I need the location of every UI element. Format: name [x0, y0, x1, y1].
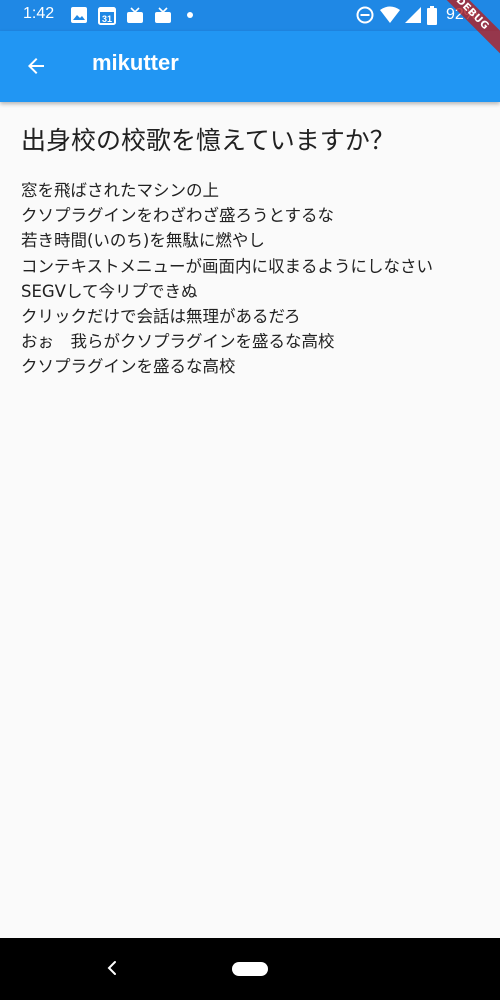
nav-home-pill[interactable] — [232, 962, 268, 976]
screen: 1:42 31 DEBUG mikutter 出身校の校歌を憶えていますか？ 窓… — [0, 0, 500, 1000]
status-time: 1:42 — [23, 5, 55, 22]
calendar-day: 31 — [102, 14, 112, 24]
calendar-icon: 31 — [98, 7, 116, 25]
nav-back-icon — [107, 961, 116, 975]
lyric-line: コンテキストメニューが画面内に収まるようにしなさい — [21, 256, 434, 276]
lyric-line: クソプラグインをわざわざ盛ろうとするな — [21, 206, 335, 226]
do-not-disturb-icon — [356, 6, 374, 24]
lyrics-text: 窓を飛ばされたマシンの上 クソプラグインをわざわざ盛ろうとするな 若き時間(いの… — [21, 178, 479, 380]
lyric-line: SEGVして今リプできぬ — [21, 281, 198, 301]
back-button[interactable] — [12, 42, 60, 90]
app-title: mikutter — [92, 50, 179, 75]
dot-icon — [187, 12, 193, 18]
tv-icon — [127, 7, 143, 23]
wifi-icon — [380, 6, 400, 23]
battery-icon — [427, 6, 437, 25]
lyric-line: 窓を飛ばされたマシンの上 — [21, 181, 219, 200]
status-bar: 1:42 31 DEBUG — [0, 0, 500, 63]
tv-icon — [155, 7, 171, 23]
signal-icon — [405, 7, 421, 23]
lyric-line: クリックだけで会話は無理があるだろ — [21, 307, 301, 327]
system-nav-bar — [0, 938, 500, 1000]
lyric-line: おぉ 我らがクソプラグインを盛るな高校 — [21, 332, 335, 352]
lyric-line: クソプラグインを盛るな高校 — [21, 357, 236, 377]
image-icon — [71, 7, 87, 23]
nav-back-button[interactable] — [100, 956, 124, 980]
app-bar: mikutter — [0, 31, 500, 102]
lyric-line: 若き時間(いのち)を無駄に燃やし — [21, 231, 265, 251]
main-content: 出身校の校歌を憶えていますか？ 窓を飛ばされたマシンの上 クソプラグインをわざわ… — [0, 102, 500, 380]
page-heading: 出身校の校歌を憶えていますか？ — [21, 126, 395, 155]
arrow-back-icon — [28, 58, 44, 74]
